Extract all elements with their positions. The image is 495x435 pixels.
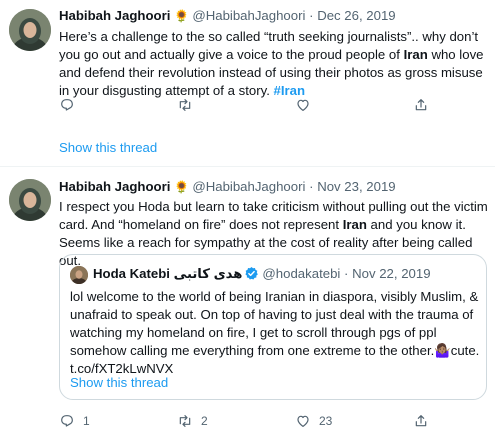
divider (0, 166, 495, 167)
share-button[interactable] (413, 97, 429, 113)
tweet-date[interactable]: Dec 26, 2019 (317, 8, 395, 23)
share-button[interactable] (413, 413, 429, 429)
sunflower-emoji: 🌻 (174, 180, 190, 194)
author-name[interactable]: Habibah Jaghoori (59, 179, 170, 194)
quote-text-body: lol welcome to the world of being Irania… (70, 289, 479, 358)
author-handle[interactable]: @HabibahJaghoori (192, 179, 305, 194)
reply-count: 1 (83, 414, 90, 428)
shrug-emoji: 🤷🏽‍♀️ (434, 343, 451, 358)
quote-author-name[interactable]: Hoda Katebi هدی کاتبی (93, 266, 242, 281)
avatar[interactable] (9, 9, 51, 51)
show-thread-link[interactable]: Show this thread (59, 140, 157, 155)
reply-icon (61, 99, 73, 111)
separator: · (344, 266, 349, 281)
tweet-text: Here’s a challenge to the so called “tru… (59, 28, 491, 100)
separator: · (309, 8, 314, 23)
quote-avatar-image (70, 266, 88, 284)
tweet-date[interactable]: Nov 23, 2019 (317, 179, 395, 194)
like-icon (297, 99, 309, 111)
avatar[interactable] (9, 179, 51, 221)
quote-text-end: cute. (450, 343, 480, 358)
retweet-button[interactable] (177, 97, 295, 113)
reply-button[interactable] (59, 97, 177, 113)
retweet-icon (179, 99, 191, 111)
separator: · (309, 179, 314, 194)
author-name[interactable]: Habibah Jaghoori (59, 8, 170, 23)
quote-avatar[interactable] (70, 266, 88, 284)
share-icon (415, 99, 427, 111)
tweet-actions: 1 2 23 (59, 413, 429, 429)
like-icon (297, 415, 309, 427)
text-bold: Iran (342, 217, 367, 232)
quote-date[interactable]: Nov 22, 2019 (352, 266, 430, 281)
quote-link[interactable]: t.co/fXT2kLwNVX (70, 361, 173, 376)
tweet-actions (59, 97, 429, 113)
retweet-count: 2 (201, 414, 208, 428)
avatar-image (9, 179, 51, 221)
quote-show-thread-link[interactable]: Show this thread (70, 375, 168, 390)
quoted-tweet[interactable]: Hoda Katebi هدی کاتبی @hodakatebi · Nov 2… (59, 254, 487, 400)
quote-text: lol welcome to the world of being Irania… (70, 288, 482, 378)
avatar-image (9, 9, 51, 51)
retweet-icon (179, 415, 191, 427)
share-icon (415, 415, 427, 427)
author-handle[interactable]: @HabibahJaghoori (192, 8, 305, 23)
reply-icon (61, 415, 73, 427)
reply-button[interactable]: 1 (59, 413, 177, 429)
verified-badge-icon (244, 266, 259, 286)
quote-author-handle[interactable]: @hodakatebi (262, 266, 340, 281)
hashtag-link[interactable]: #Iran (274, 83, 306, 98)
sunflower-emoji: 🌻 (174, 9, 190, 23)
retweet-button[interactable]: 2 (177, 413, 295, 429)
like-button[interactable]: 23 (295, 413, 413, 429)
text-bold: Iran (403, 47, 428, 62)
like-button[interactable] (295, 97, 413, 113)
like-count: 23 (319, 414, 333, 428)
